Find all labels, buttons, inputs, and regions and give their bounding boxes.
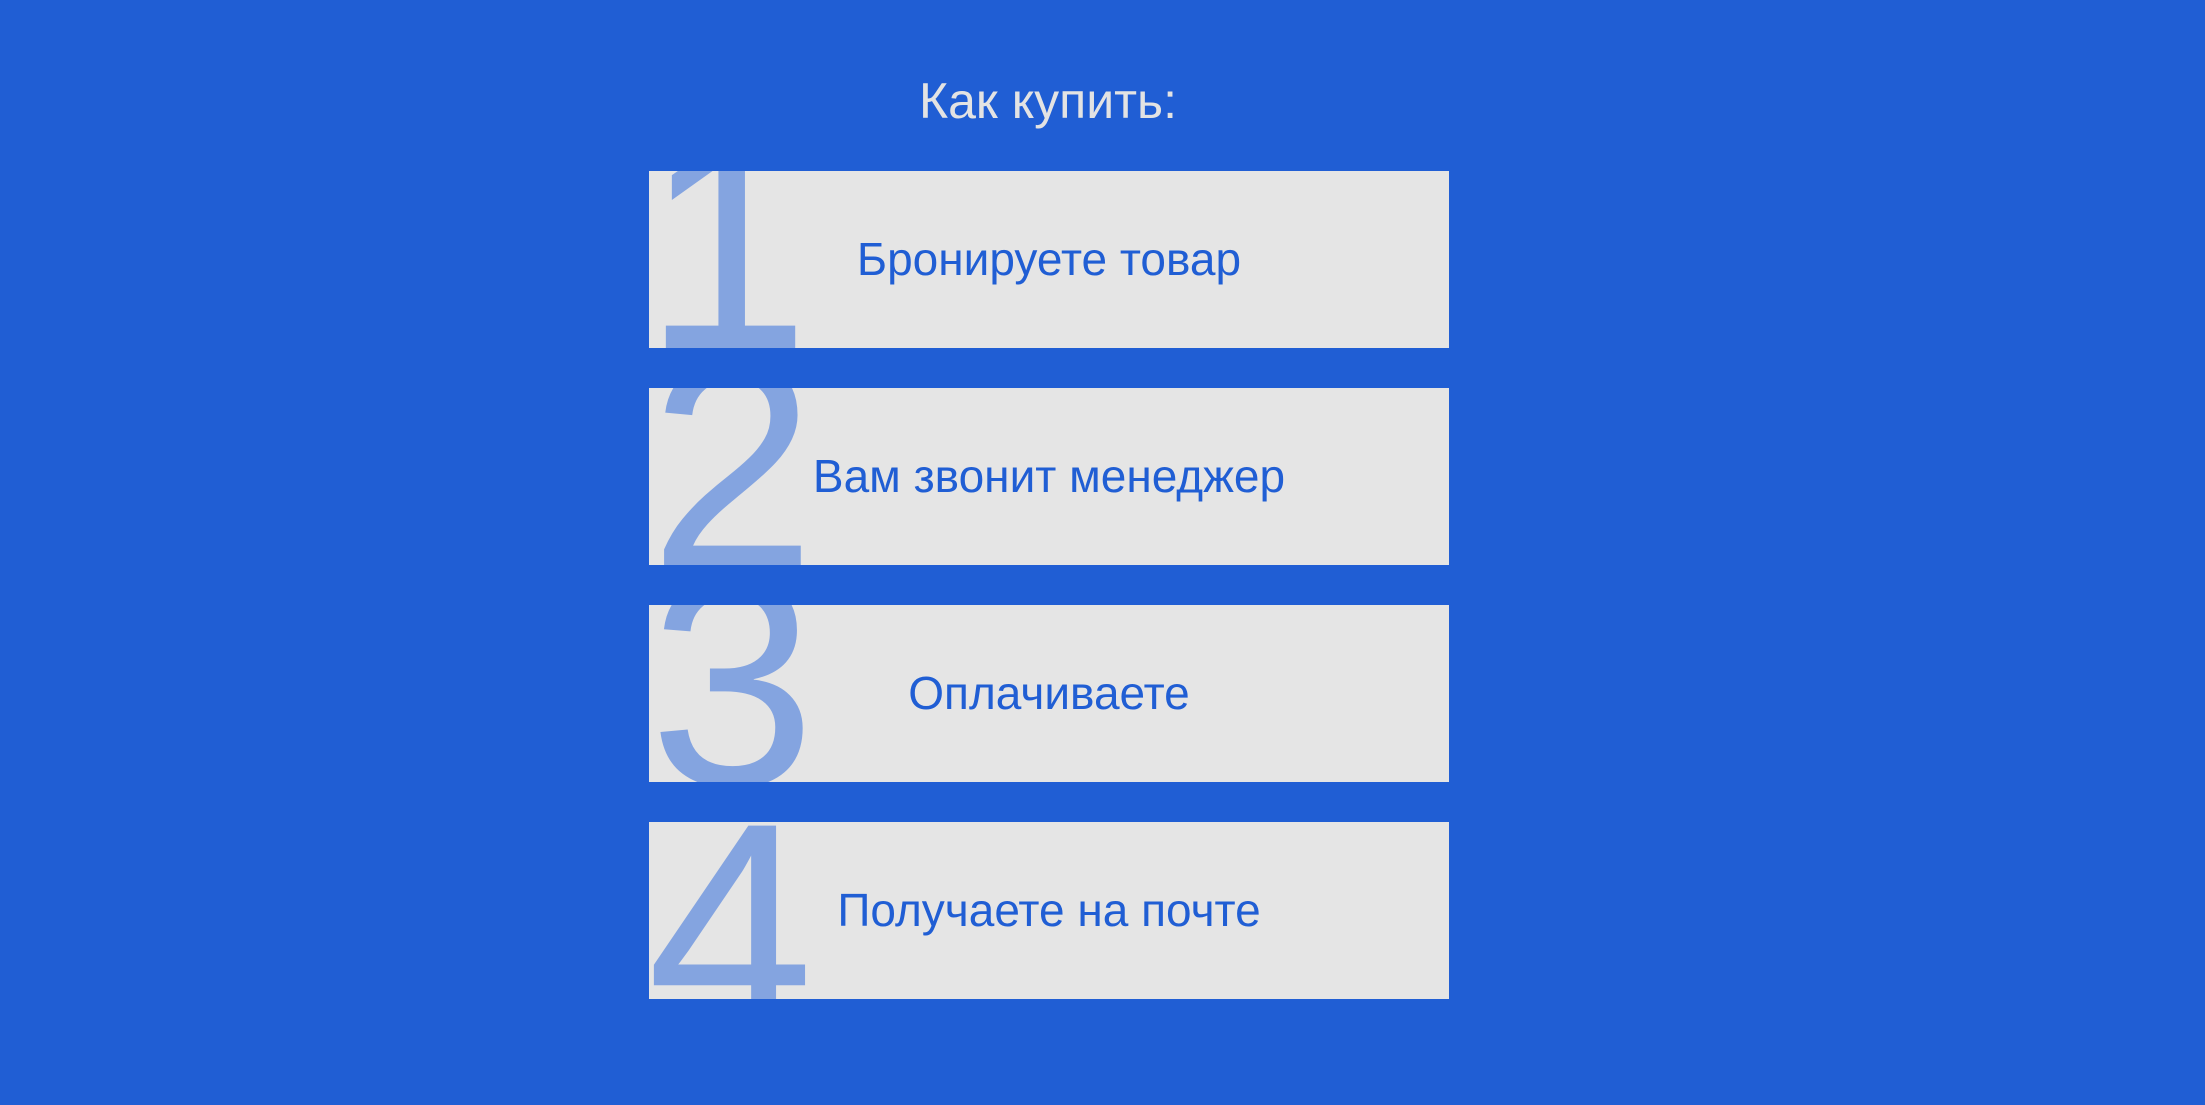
page: Как купить: 1 Бронируете товар 2 Вам зво… [0, 0, 2205, 1105]
step-label: Вам звонит менеджер [812, 450, 1286, 502]
step-card-3: 3 Оплачиваете [649, 605, 1449, 782]
step-label: Оплачиваете [908, 667, 1190, 719]
steps-list: 1 Бронируете товар 2 Вам звонит менеджер… [649, 171, 1449, 999]
step-card-1: 1 Бронируете товар [649, 171, 1449, 348]
step-card-4: 4 Получаете на почте [649, 822, 1449, 999]
step-card-2: 2 Вам звонит менеджер [649, 388, 1449, 565]
step-label: Получаете на почте [837, 884, 1261, 936]
step-label: Бронируете товар [856, 233, 1242, 285]
page-title: Как купить: [919, 73, 1177, 129]
